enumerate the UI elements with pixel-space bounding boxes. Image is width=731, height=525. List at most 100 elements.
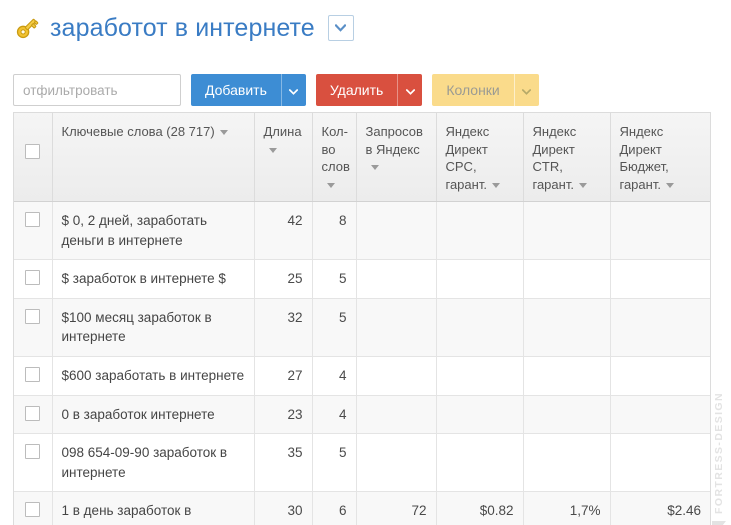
column-header-queries[interactable]: Запросов в Яндекс [356,113,437,203]
chevron-down-icon [522,83,532,98]
cell-length: 27 [254,356,313,396]
column-header-words[interactable]: Кол-во слов [312,113,357,203]
columns-dropdown-button[interactable] [513,74,539,106]
cell-budget [610,433,710,493]
cell-keyword: $100 месяц заработок в интернете [52,298,255,358]
cell-budget [610,395,710,435]
cell-ctr: 1,7% [523,491,611,525]
columns-button-group: Колонки [432,74,539,106]
sort-caret-icon [326,182,335,188]
cell-cpc [436,356,524,396]
cell-cpc [436,259,524,299]
cell-length: 35 [254,433,313,493]
row-checkbox[interactable] [25,270,41,286]
column-header-length[interactable]: Длина [254,113,313,203]
cell-length: 42 [254,201,313,261]
watermark-text: FORTRESS-DESIGN [713,392,725,514]
table-row[interactable]: $600 заработать в интернете 27 4 [14,356,710,396]
row-checkbox-cell [14,491,53,525]
cell-budget [610,356,710,396]
delete-button[interactable]: Удалить [315,74,398,106]
cell-ctr [523,259,611,299]
row-checkbox-cell [14,433,53,493]
chevron-down-icon [405,83,415,98]
table-body: $ 0, 2 дней, заработать деньги в интерне… [14,201,710,525]
cell-queries [356,395,437,435]
column-header-cpc[interactable]: Яндекс Директ CPC, гарант. [436,113,524,203]
watermark: FORTRESS-DESIGN [708,392,730,525]
row-checkbox[interactable] [25,502,41,518]
cell-keyword: 1 в день заработок в интернете [52,491,255,525]
cell-keyword: $600 заработать в интернете [52,356,255,396]
sort-caret-icon [370,165,379,171]
cell-cpc [436,201,524,261]
row-checkbox[interactable] [25,212,41,228]
table-row[interactable]: 0 в заработок интернете 23 4 [14,395,710,435]
row-checkbox-cell [14,298,53,358]
table-header: Ключевые слова (28 717) Длина Кол-во сло… [14,113,710,203]
filter-input[interactable] [13,74,181,106]
cell-ctr [523,433,611,493]
app-page: заработот в интернете Добавить Удали [0,0,731,525]
page-title: заработот в интернете [50,13,315,42]
column-header-ctr[interactable]: Яндекс Директ CTR, гарант. [523,113,611,203]
title-dropdown-button[interactable] [327,15,354,41]
cell-ctr [523,395,611,435]
cell-cpc [436,433,524,493]
cell-keyword: 098 654-09-90 заработок в интернете [52,433,255,493]
cell-queries [356,356,437,396]
cell-budget [610,201,710,261]
cell-ctr [523,356,611,396]
cell-words: 5 [312,433,357,493]
cell-length: 32 [254,298,313,358]
sort-caret-icon [578,182,587,188]
delete-dropdown-button[interactable] [397,74,423,106]
row-checkbox-cell [14,395,53,435]
row-checkbox[interactable] [25,444,41,460]
cell-words: 4 [312,395,357,435]
cell-words: 8 [312,201,357,261]
cell-words: 6 [312,491,357,525]
cell-cpc: $0.82 [436,491,524,525]
add-dropdown-button[interactable] [280,74,306,106]
cell-cpc [436,298,524,358]
column-header-budget[interactable]: Яндекс Директ Бюджет, гарант. [610,113,710,203]
sort-caret-icon [219,130,228,136]
cell-ctr [523,298,611,358]
cell-budget [610,259,710,299]
cell-queries [356,259,437,299]
cell-queries: 72 [356,491,437,525]
table-row[interactable]: $ 0, 2 дней, заработать деньги в интерне… [14,201,710,261]
cell-length: 23 [254,395,313,435]
row-checkbox-cell [14,259,53,299]
row-checkbox[interactable] [25,367,41,382]
chevron-down-icon [335,24,347,32]
select-all-header [14,113,53,203]
row-checkbox[interactable] [25,405,41,421]
select-all-checkbox[interactable] [25,144,41,159]
table-row[interactable]: 1 в день заработок в интернете30672$0.82… [14,491,710,525]
columns-button[interactable]: Колонки [432,74,514,106]
sort-caret-icon [268,147,277,153]
row-checkbox-cell [14,356,53,396]
row-checkbox[interactable] [25,308,41,324]
cell-length: 30 [254,491,313,525]
column-header-keyword[interactable]: Ключевые слова (28 717) [52,113,255,203]
cell-budget: $2.46 [610,491,710,525]
row-checkbox-cell [14,201,53,261]
keywords-table-container: Ключевые слова (28 717) Длина Кол-во сло… [13,112,711,525]
table-row[interactable]: $ заработок в интернете $25 5 [14,259,710,299]
cell-keyword: $ заработок в интернете $ [52,259,255,299]
cell-keyword: $ 0, 2 дней, заработать деньги в интерне… [52,201,255,261]
cell-words: 4 [312,356,357,396]
key-icon [13,14,41,42]
cell-keyword: 0 в заработок интернете [52,395,255,435]
cell-words: 5 [312,259,357,299]
add-button[interactable]: Добавить [191,74,281,106]
cell-queries [356,201,437,261]
delete-button-group: Удалить [315,74,423,106]
table-row[interactable]: $100 месяц заработок в интернете 32 5 [14,298,710,358]
sort-caret-icon [491,182,500,188]
table-row[interactable]: 098 654-09-90 заработок в интернете 35 5 [14,433,710,493]
cell-cpc [436,395,524,435]
